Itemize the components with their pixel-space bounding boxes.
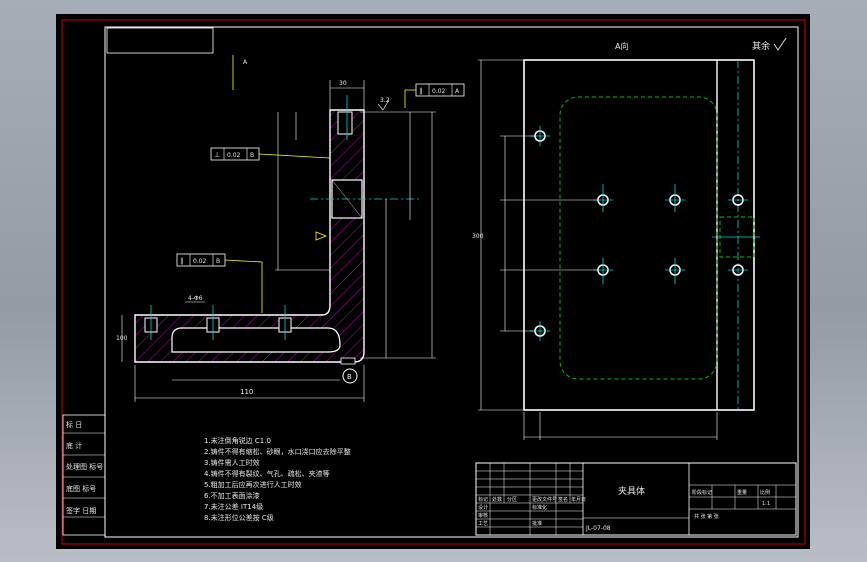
stage-header-weight: 重量 — [737, 489, 747, 496]
gdt2-symbol: ∥ — [419, 87, 423, 95]
rev-header-sign: 签名 — [558, 496, 568, 503]
note-5: 5.粗加工后应再次进行人工时效 — [204, 480, 302, 489]
part-name: 夹具体 — [618, 485, 645, 497]
cell-process: 工艺 — [478, 521, 488, 527]
note-4: 4.铸件不得有裂纹、气孔、疏松、夹渣等 — [204, 469, 330, 478]
cell-check: 审核 — [478, 512, 488, 519]
note-3: 3.铸件需人工时效 — [204, 458, 260, 467]
cell-sheet: 共 张 第 张 — [694, 513, 719, 520]
dim-column-width: 30 — [339, 80, 347, 87]
gdt1-datum: B — [250, 152, 254, 159]
cell-design: 设计 — [478, 504, 488, 511]
surface-roughness-value: 3.2 — [380, 97, 390, 104]
note-6: 6.不加工表面涂漆 — [204, 491, 260, 500]
left-strip-row-2: 底 计 — [66, 441, 82, 450]
dim-side-vertical: 300 — [472, 233, 484, 240]
left-strip-row-3: 处理图 标号 — [66, 462, 103, 471]
gdt1-symbol: ⊥ — [214, 151, 220, 159]
left-strip-row-4: 底图 标号 — [66, 484, 96, 493]
dim-base-height: 100 — [116, 335, 128, 342]
cell-scale: 1:1 — [762, 501, 770, 507]
note-7: 7.未注公差 IT14级 — [204, 502, 263, 511]
gdt1-value: 0.02 — [227, 152, 241, 159]
gdt2-value: 0.02 — [432, 88, 446, 95]
rev-header-count: 处数 — [492, 496, 502, 503]
gdt3-datum: B — [216, 258, 220, 265]
roughness-other-label: 其余 — [752, 40, 770, 52]
left-strip-row-1: 标 日 — [66, 420, 82, 429]
datum-circle-label: B — [347, 373, 352, 381]
note-1: 1.未注倒角锐边 C1.0 — [204, 436, 271, 445]
rev-header-zone: 分区 — [507, 496, 517, 503]
note-8: 8.未注形位公差按 C级 — [204, 513, 274, 522]
stage-header-scale: 比例 — [760, 489, 770, 496]
rev-header-mark: 标记 — [478, 496, 488, 503]
gdt3-symbol: ∥ — [180, 257, 184, 265]
hole-callout: 4-Φ6 — [188, 295, 203, 302]
view-a-label: A向 — [615, 41, 628, 51]
stage-header-mark: 阶段标记 — [692, 489, 712, 496]
left-strip-row-5: 签字 日期 — [66, 506, 96, 515]
cell-std: 标准化 — [532, 504, 547, 511]
drawing-canvas: 标 日 底 计 处理图 标号 底图 标号 签字 日期 其余 A向 B 110 1… — [56, 14, 810, 549]
note-2: 2.铸件不得有缩松、砂眼，水口浇口应去除平整 — [204, 447, 351, 456]
gdt3-value: 0.02 — [193, 258, 207, 265]
rev-header-date: 年月日 — [571, 496, 586, 503]
dim-overall-width: 110 — [240, 388, 253, 396]
cell-approve: 批准 — [532, 520, 542, 527]
rev-header-doc: 更改文件号 — [532, 496, 557, 503]
drawing-number: JL-07-08 — [585, 525, 611, 532]
